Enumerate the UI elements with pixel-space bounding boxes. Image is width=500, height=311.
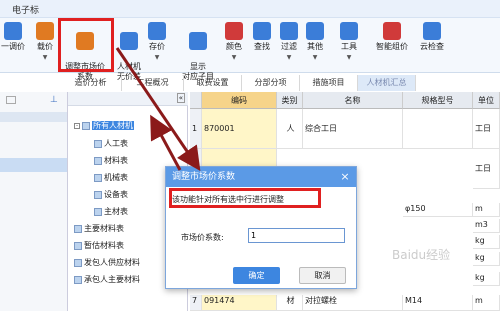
tab-bar: 造价分析 工程概况 取费设置 分部分项 措施项目 人材机汇总 (60, 75, 500, 91)
col-header-code[interactable]: 编码 (202, 92, 277, 109)
col-header-index (190, 92, 202, 109)
close-icon[interactable]: × (339, 167, 351, 187)
tree-node-all[interactable]: - 所有人材机 (74, 120, 134, 131)
cell-spec[interactable]: φ150 (403, 203, 473, 217)
other-button[interactable]: 其他 ▼ (303, 22, 327, 72)
cell-name[interactable]: 对拉螺栓 (303, 295, 403, 311)
cell-code[interactable]: 091474 (202, 295, 277, 311)
col-header-unit[interactable]: 单位 (473, 92, 500, 109)
doc-icon (94, 190, 102, 199)
collapse-tree-button[interactable]: « (176, 93, 185, 103)
adjust-price-button[interactable]: 一调价 (0, 22, 26, 72)
color-button[interactable]: 颜色 ▼ (222, 22, 246, 72)
cell-unit[interactable]: kg (473, 252, 500, 266)
cell-category[interactable]: 材 (277, 295, 303, 311)
adjust-price-icon (4, 22, 22, 40)
smart-price-icon (383, 22, 401, 40)
tree-node-equipment[interactable]: 设备表 (94, 189, 128, 200)
cloud-check-icon (423, 22, 441, 40)
app-window: 电子标 一调价 载价 ▼ 调整市场价 系数 人材机 无价差 存价 ▼ 显示 对应子目 (0, 0, 500, 311)
no-price-diff-button[interactable]: 人材机 无价差 (113, 22, 145, 81)
tree-node-employer-supply[interactable]: 发包人供应材料 (74, 257, 140, 268)
tab-cost-analysis[interactable]: 造价分析 (60, 75, 122, 91)
collapse-icon[interactable] (6, 96, 16, 104)
cell-unit[interactable]: kg (473, 235, 500, 249)
other-icon (306, 22, 324, 40)
tree-node-machine[interactable]: 机械表 (94, 172, 128, 183)
row-index: 1 (190, 109, 202, 149)
doc-icon (94, 139, 102, 148)
no-diff-icon (120, 32, 138, 50)
left-nav-panel: ⊥ (0, 92, 68, 311)
folder-icon (82, 121, 90, 130)
nav-item[interactable] (0, 112, 67, 122)
cancel-button[interactable]: 取消 (299, 267, 346, 284)
load-price-icon (36, 22, 54, 40)
tree-node-main-material[interactable]: 主材表 (94, 206, 128, 217)
doc-icon (74, 275, 82, 284)
pin-icon[interactable]: ⊥ (50, 95, 58, 105)
row-index: 7 (190, 295, 202, 311)
cell-category[interactable]: 人 (277, 109, 303, 149)
cell-unit[interactable]: m (473, 295, 500, 311)
tree-node-labor[interactable]: 人工表 (94, 138, 128, 149)
tree-node-material[interactable]: 材料表 (94, 155, 128, 166)
market-coef-dialog: 调整市场价系数 × 该功能针对所有选中行进行调整 市场价系数: 确定 取消 (165, 166, 357, 289)
save-price-icon (148, 22, 166, 40)
highlight-note (169, 188, 321, 208)
cell-spec[interactable] (403, 109, 473, 149)
doc-icon (74, 258, 82, 267)
dialog-title: 调整市场价系数 (166, 167, 356, 187)
coef-input[interactable] (248, 228, 345, 243)
coef-label: 市场价系数: (181, 233, 224, 242)
cell-unit[interactable]: 工日 (473, 149, 500, 189)
cell-spec[interactable]: M14 (403, 295, 473, 311)
tab-fee-settings[interactable]: 取费设置 (184, 75, 242, 91)
filter-button[interactable]: 过滤 ▼ (277, 22, 301, 72)
tree-header: « (68, 92, 188, 106)
cloud-check-button[interactable]: 云检查 (416, 22, 448, 72)
color-icon (225, 22, 243, 40)
tree-node-estimated[interactable]: 暂估材料表 (74, 240, 124, 251)
load-price-button[interactable]: 载价 ▼ (33, 22, 57, 72)
cell-unit[interactable]: m3 (473, 219, 500, 233)
tree-node-contractor-main[interactable]: 承包人主要材料 (74, 274, 140, 285)
find-button[interactable]: 查找 (250, 22, 274, 72)
highlight-market-coef (58, 18, 114, 72)
col-header-category[interactable]: 类别 (277, 92, 303, 109)
tool-button[interactable]: 工具 ▼ (337, 22, 361, 72)
app-title: 电子标 (12, 6, 40, 16)
filter-icon (280, 22, 298, 40)
cell-unit[interactable]: m (473, 203, 500, 217)
doc-icon (94, 207, 102, 216)
show-sub-button[interactable]: 显示 对应子目 (176, 22, 220, 81)
doc-icon (94, 173, 102, 182)
watermark: Baidu经验 (392, 248, 451, 262)
tab-resource-summary[interactable]: 人材机汇总 (358, 75, 416, 91)
tab-project-overview[interactable]: 工程概况 (122, 75, 184, 91)
expand-icon[interactable]: - (74, 122, 80, 129)
doc-icon (74, 241, 82, 250)
tab-sub-items[interactable]: 分部分项 (242, 75, 300, 91)
doc-icon (74, 224, 82, 233)
tool-icon (340, 22, 358, 40)
ok-button[interactable]: 确定 (233, 267, 280, 284)
col-header-name[interactable]: 名称 (303, 92, 403, 109)
cell-unit[interactable]: 工日 (473, 109, 500, 149)
col-header-spec[interactable]: 规格型号 (403, 92, 473, 109)
cell-code[interactable]: 870001 (202, 109, 277, 149)
title-bar: 电子标 (0, 0, 500, 18)
show-sub-icon (189, 32, 207, 50)
save-price-button[interactable]: 存价 ▼ (146, 22, 168, 72)
find-icon (253, 22, 271, 40)
cell-name[interactable]: 综合工日 (303, 109, 403, 149)
tab-measures[interactable]: 措施项目 (300, 75, 358, 91)
nav-item-selected[interactable] (0, 158, 67, 172)
smart-price-button[interactable]: 智能组价 (372, 22, 412, 72)
tree-node-key-materials[interactable]: 主要材料表 (74, 223, 124, 234)
cell-unit[interactable]: kg (473, 272, 500, 286)
doc-icon (94, 156, 102, 165)
